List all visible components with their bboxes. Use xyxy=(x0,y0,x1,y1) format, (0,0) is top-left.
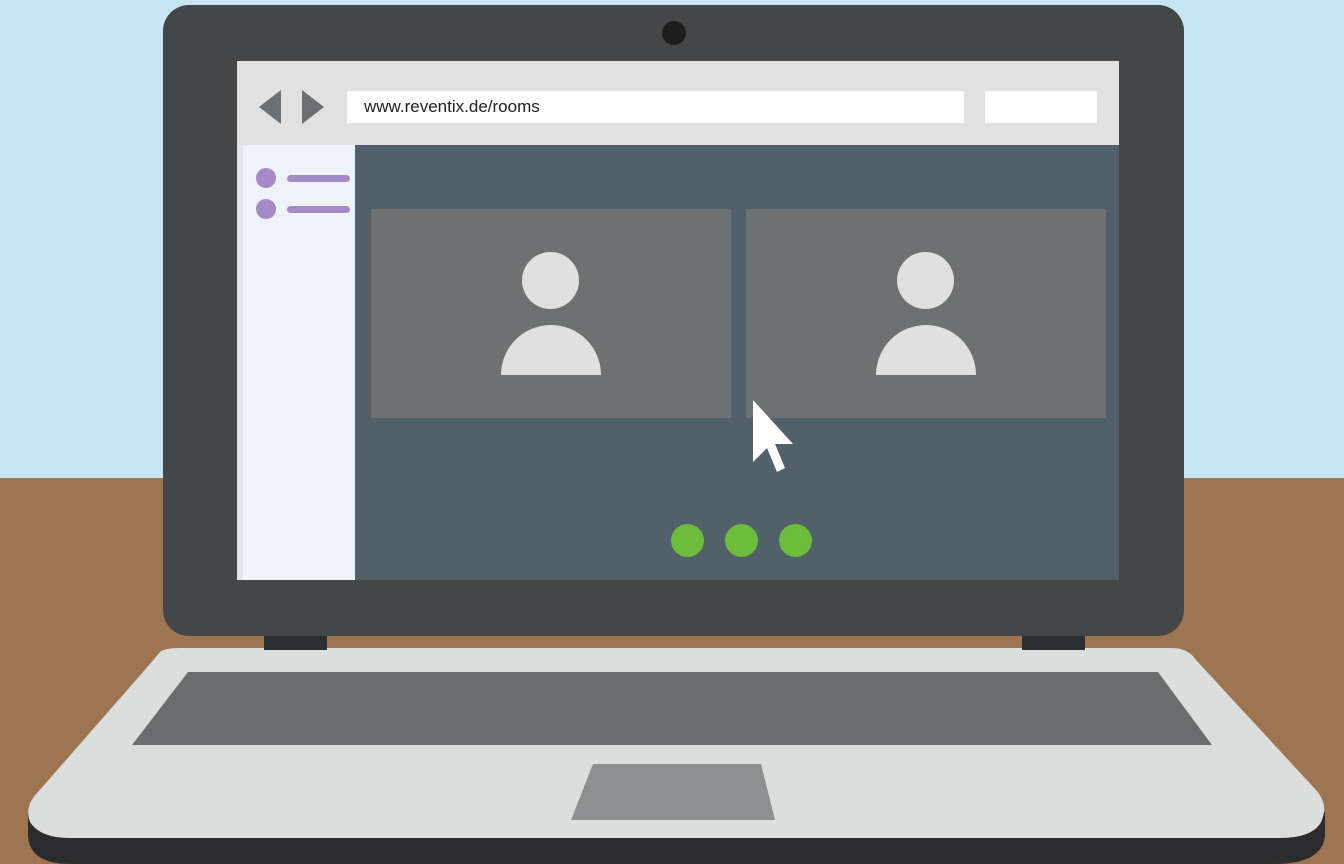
touchpad xyxy=(571,764,775,820)
sidebar-item-line xyxy=(287,206,350,213)
participant-tile-1[interactable] xyxy=(371,209,731,418)
person-icon-body xyxy=(501,325,601,375)
right-hinge xyxy=(1022,634,1085,650)
sidebar xyxy=(237,145,355,580)
control-button-3[interactable] xyxy=(779,524,812,557)
sidebar-item-2[interactable] xyxy=(256,199,351,219)
control-button-1[interactable] xyxy=(671,524,704,557)
sidebar-dot-icon xyxy=(256,199,276,219)
browser-toolbar: www.reventix.de/rooms xyxy=(237,61,1119,145)
mouse-cursor-icon xyxy=(753,400,793,472)
person-icon-head xyxy=(522,252,579,309)
person-icon-body xyxy=(876,325,976,375)
forward-arrow-icon[interactable] xyxy=(302,90,324,124)
participant-tile-2[interactable] xyxy=(746,209,1106,418)
sidebar-item-1[interactable] xyxy=(256,168,351,188)
person-icon-head xyxy=(897,252,954,309)
address-bar[interactable]: www.reventix.de/rooms xyxy=(347,91,964,123)
keyboard-area xyxy=(132,672,1212,745)
webcam-icon xyxy=(662,21,686,45)
browser-window: www.reventix.de/rooms xyxy=(237,61,1119,580)
sidebar-dot-icon xyxy=(256,168,276,188)
left-hinge xyxy=(264,634,327,650)
control-button-2[interactable] xyxy=(725,524,758,557)
search-box[interactable] xyxy=(985,91,1097,123)
sidebar-item-line xyxy=(287,175,350,182)
back-arrow-icon[interactable] xyxy=(259,90,281,124)
